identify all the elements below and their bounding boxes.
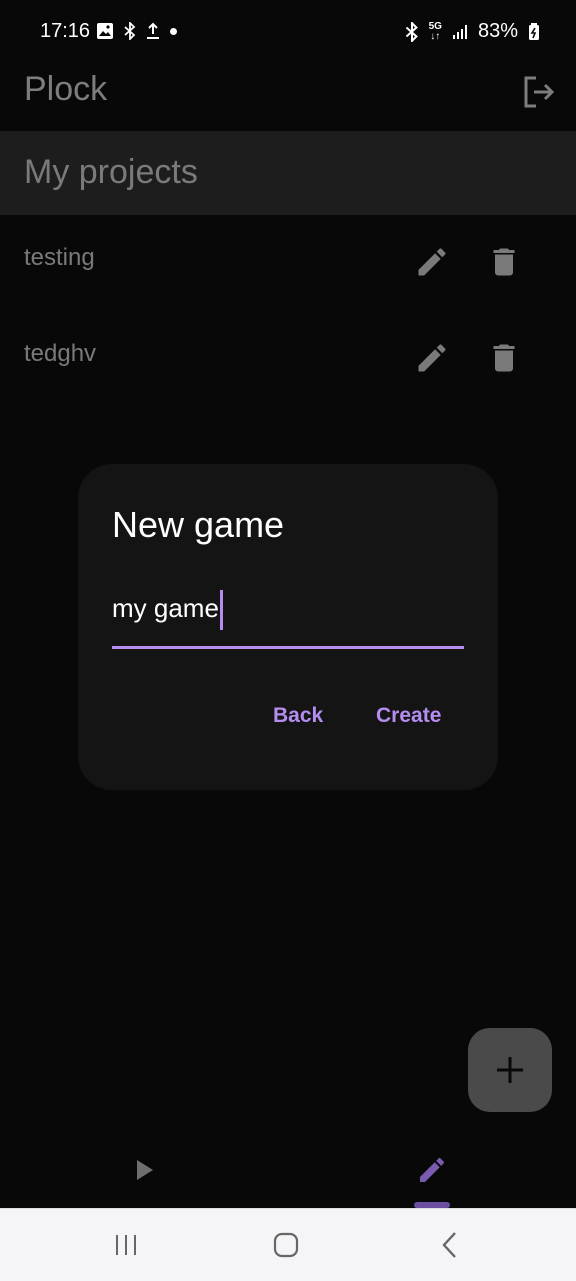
system-navigation-bar — [0, 1208, 576, 1281]
project-name[interactable]: testing — [24, 244, 95, 272]
project-item[interactable]: testing — [0, 222, 576, 302]
add-project-button[interactable] — [468, 1028, 552, 1112]
plus-icon — [497, 1057, 523, 1083]
recents-icon[interactable] — [114, 1233, 138, 1257]
dialog-title: New game — [112, 504, 285, 545]
pencil-icon[interactable] — [414, 244, 450, 280]
app-bar: Plock — [0, 64, 576, 130]
battery-icon — [529, 22, 539, 40]
app-title: Plock — [24, 70, 108, 108]
play-icon[interactable] — [132, 1158, 156, 1182]
new-game-dialog: New game my game Back Create — [78, 464, 498, 790]
signal-icon — [452, 24, 467, 39]
trash-icon[interactable] — [486, 244, 522, 280]
bluetooth-icon — [124, 22, 136, 40]
game-name-value[interactable]: my game — [112, 593, 219, 623]
back-icon[interactable] — [438, 1231, 462, 1259]
status-time: 17:16 — [40, 20, 91, 42]
bluetooth-icon — [405, 21, 418, 42]
game-name-input[interactable]: my game — [112, 584, 464, 649]
back-button[interactable]: Back — [273, 704, 323, 728]
text-cursor — [219, 590, 223, 630]
pencil-icon[interactable] — [414, 340, 450, 376]
logout-icon[interactable] — [520, 74, 556, 110]
upload-icon — [147, 22, 159, 39]
notification-dot-icon — [170, 27, 177, 35]
create-button[interactable]: Create — [376, 704, 441, 728]
project-name[interactable]: tedghv — [24, 340, 96, 368]
pencil-icon[interactable] — [416, 1154, 448, 1186]
trash-icon[interactable] — [486, 340, 522, 376]
5g-icon: 5G ↓↑ — [428, 20, 442, 42]
bottom-navigation — [0, 1130, 576, 1208]
home-icon[interactable] — [272, 1231, 300, 1259]
project-item[interactable]: tedghv — [0, 318, 576, 398]
image-icon — [97, 23, 113, 39]
section-title: My projects — [24, 153, 198, 191]
battery-percent: 83% — [477, 20, 518, 42]
section-header: My projects — [0, 131, 576, 215]
status-bar: 17:16 5G ↓↑ 83% — [0, 0, 576, 64]
